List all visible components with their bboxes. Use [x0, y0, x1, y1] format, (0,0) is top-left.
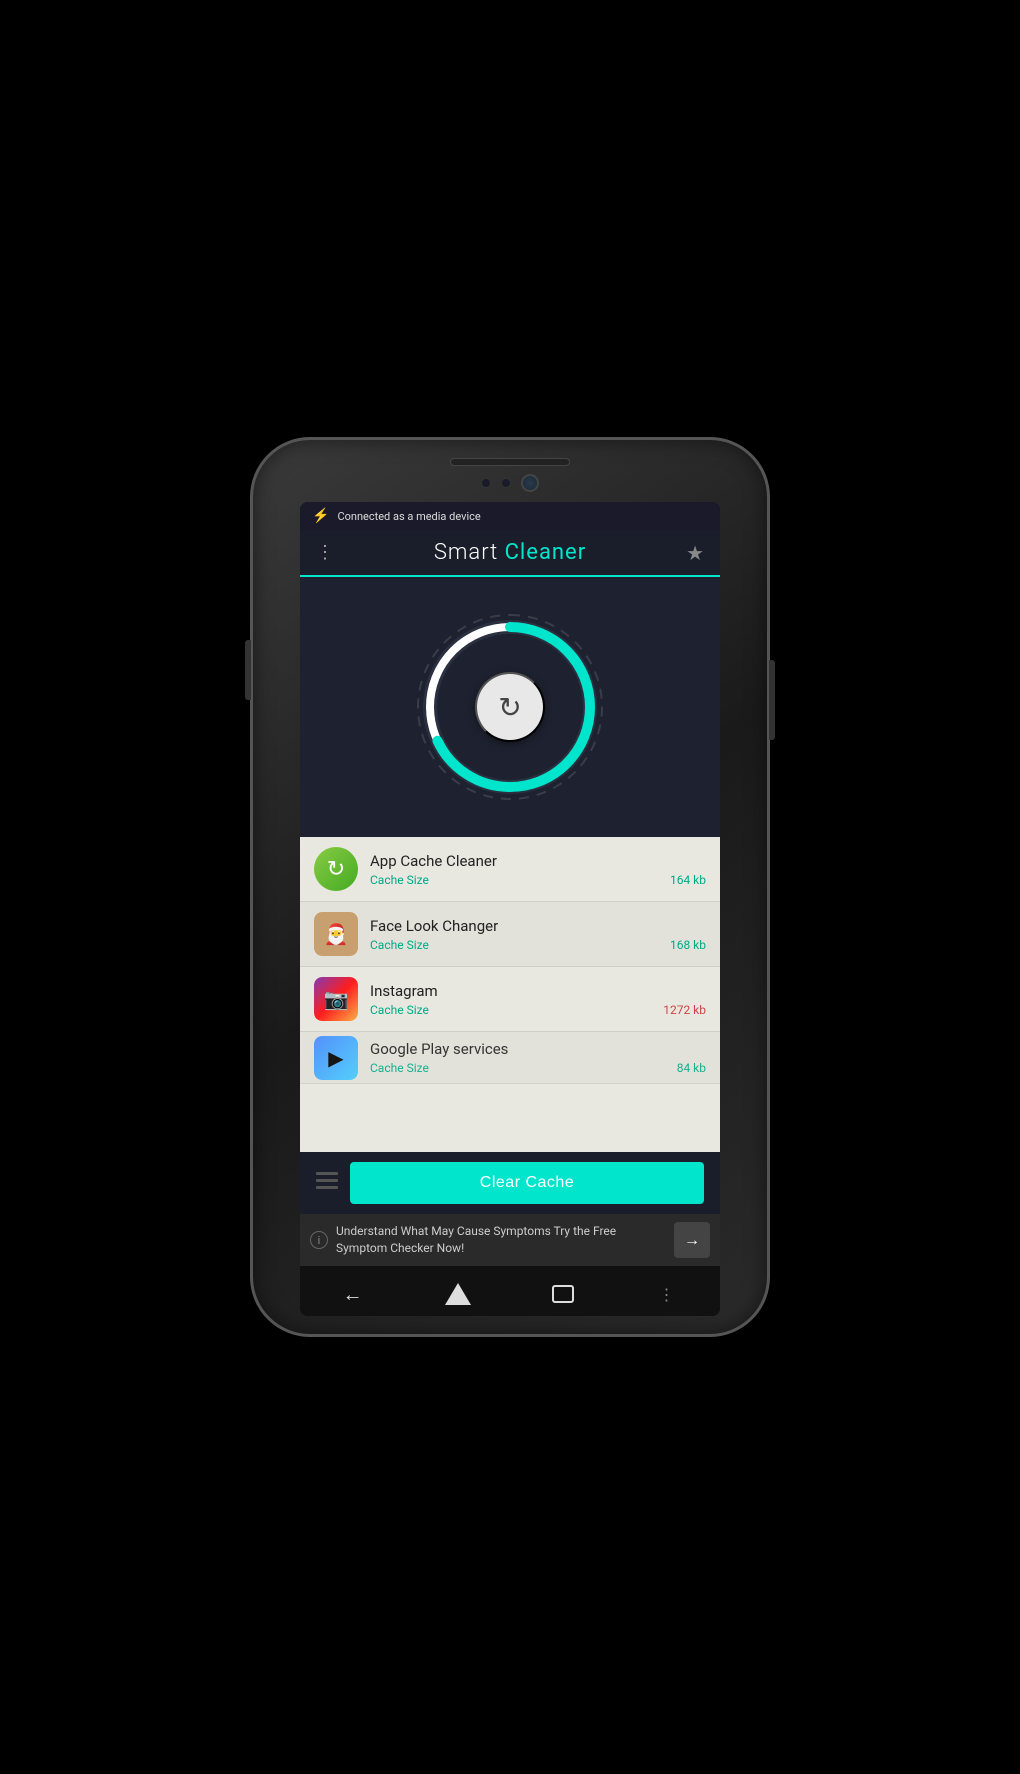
phone-screen: ⚡ Connected as a media device ⋮ Smart Cl…	[300, 502, 720, 1316]
app-title: Smart Cleaner	[434, 540, 586, 565]
app-icon-appcache: ↻	[314, 847, 358, 891]
phone-speaker	[450, 458, 570, 466]
list-item[interactable]: ↻ App Cache Cleaner Cache Size 164 kb	[300, 837, 720, 902]
cache-size: 1272 kb	[663, 1003, 706, 1017]
app-title-smart: Smart	[434, 540, 505, 565]
phone-camera-area	[481, 474, 539, 492]
app-name: Google Play services	[370, 1040, 706, 1058]
usb-icon: ⚡	[312, 508, 329, 524]
arrow-icon: →	[684, 1230, 700, 1250]
list-item[interactable]: ▶ Google Play services Cache Size 84 kb	[300, 1032, 720, 1084]
overflow-menu-button[interactable]: ⋮	[650, 1276, 686, 1312]
cache-label: Cache Size	[370, 1003, 429, 1017]
phone-device: ⚡ Connected as a media device ⋮ Smart Cl…	[250, 437, 770, 1337]
app-info-face: Face Look Changer Cache Size 168 kb	[370, 917, 706, 952]
face-icon: 🎅	[314, 912, 358, 956]
overflow-icon: ⋮	[659, 1285, 677, 1304]
status-bar: ⚡ Connected as a media device	[300, 502, 720, 530]
gauge-container: ↻	[410, 607, 610, 807]
phone-sensor2	[501, 478, 511, 488]
ad-info-icon: i	[310, 1231, 328, 1249]
app-info-appcache: App Cache Cleaner Cache Size 164 kb	[370, 852, 706, 887]
recents-icon	[552, 1285, 574, 1303]
ad-text: Understand What May Cause Symptoms Try t…	[336, 1223, 666, 1257]
cache-label: Cache Size	[370, 873, 429, 887]
back-button[interactable]: ←	[335, 1276, 371, 1312]
bottom-bar: Clear Cache	[300, 1152, 720, 1214]
list-item[interactable]: 📷 Instagram Cache Size 1272 kb	[300, 967, 720, 1032]
app-icon-face: 🎅	[314, 912, 358, 956]
favorite-icon[interactable]: ★	[686, 541, 704, 565]
cache-size: 168 kb	[670, 938, 706, 952]
list-view-icon	[316, 1170, 338, 1192]
app-name: Face Look Changer	[370, 917, 706, 935]
home-icon	[445, 1283, 471, 1305]
list-icon	[316, 1170, 338, 1197]
recents-button[interactable]	[545, 1276, 581, 1312]
phone-camera	[521, 474, 539, 492]
menu-button[interactable]: ⋮	[316, 542, 334, 563]
phone-sensor	[481, 478, 491, 488]
ad-arrow-button[interactable]: →	[674, 1222, 710, 1258]
app-bar: ⋮ Smart Cleaner ★	[300, 530, 720, 575]
cache-size: 164 kb	[670, 873, 706, 887]
cache-size: 84 kb	[677, 1061, 706, 1075]
home-button[interactable]	[440, 1276, 476, 1312]
gplay-icon: ▶	[314, 1036, 358, 1080]
app-info-instagram: Instagram Cache Size 1272 kb	[370, 982, 706, 1017]
app-icon-gplay: ▶	[314, 1036, 358, 1080]
clear-cache-button[interactable]: Clear Cache	[350, 1162, 704, 1204]
app-title-cleaner: Cleaner	[505, 540, 587, 565]
app-icon-instagram: 📷	[314, 977, 358, 1021]
back-icon: ←	[343, 1282, 363, 1307]
gauge-area: ↻	[300, 577, 720, 837]
app-name: App Cache Cleaner	[370, 852, 706, 870]
cache-label: Cache Size	[370, 1061, 429, 1075]
instagram-icon: 📷	[314, 977, 358, 1021]
list-item[interactable]: 🎅 Face Look Changer Cache Size 168 kb	[300, 902, 720, 967]
app-info-gplay: Google Play services Cache Size 84 kb	[370, 1040, 706, 1075]
connection-status: Connected as a media device	[337, 510, 480, 523]
nav-bar: ← ⋮	[300, 1266, 720, 1316]
ad-banner: i Understand What May Cause Symptoms Try…	[300, 1214, 720, 1266]
appcache-icon: ↻	[314, 847, 358, 891]
refresh-icon: ↻	[498, 691, 521, 724]
app-list: ↻ App Cache Cleaner Cache Size 164 kb 🎅 …	[300, 837, 720, 1152]
cache-label: Cache Size	[370, 938, 429, 952]
info-icon-text: i	[318, 1234, 321, 1247]
refresh-button[interactable]: ↻	[475, 672, 545, 742]
app-name: Instagram	[370, 982, 706, 1000]
